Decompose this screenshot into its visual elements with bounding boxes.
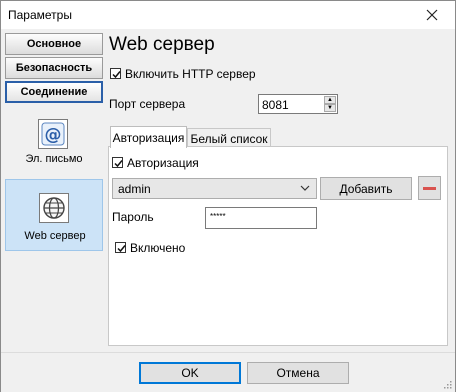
close-button[interactable] [409, 1, 455, 29]
enabled-checkbox[interactable] [115, 242, 126, 253]
arrow-down-icon: ▼ [327, 105, 333, 111]
category-basic-label: Основное [26, 38, 82, 50]
port-spinner[interactable]: 8081 ▲ ▼ [258, 94, 338, 114]
port-label: Порт сервера [109, 97, 186, 111]
category-connection-button[interactable]: Соединение [5, 81, 103, 103]
enable-http-checkbox[interactable] [110, 68, 121, 79]
svg-text:@: @ [45, 125, 62, 145]
category-connection-label: Соединение [20, 86, 88, 98]
checkmark-icon [114, 160, 123, 168]
arrow-up-icon: ▲ [327, 97, 333, 103]
tab-authorization[interactable]: Авторизация [110, 126, 187, 148]
resize-grip-icon[interactable] [442, 379, 452, 389]
cancel-button[interactable]: Отмена [247, 362, 349, 384]
ok-button[interactable]: OK [139, 362, 241, 384]
authorization-checkbox[interactable] [112, 157, 123, 168]
spin-down-button[interactable]: ▼ [324, 104, 336, 112]
tab-whitelist[interactable]: Белый список [187, 128, 271, 148]
settings-window: Параметры Основное Безопасность Соединен… [0, 0, 456, 392]
add-user-button[interactable]: Добавить [320, 177, 412, 200]
globe-icon [39, 193, 69, 223]
side-item-web-server-label: Web сервер [24, 230, 86, 242]
tab-authorization-label: Авторизация [112, 130, 185, 145]
window-title: Параметры [8, 8, 72, 22]
minus-icon [423, 186, 436, 190]
port-value: 8081 [262, 98, 289, 112]
checkmark-icon [117, 245, 126, 253]
user-select-value: admin [118, 182, 151, 196]
page-title: Web сервер [109, 34, 215, 55]
spin-up-button[interactable]: ▲ [324, 96, 336, 104]
password-value: ***** [210, 212, 226, 221]
enabled-label: Включено [130, 241, 186, 255]
category-basic-button[interactable]: Основное [5, 33, 103, 55]
side-item-email-label: Эл. письмо [25, 153, 83, 165]
close-icon [426, 9, 438, 21]
title-bar: Параметры [1, 1, 455, 29]
dialog-footer: OK Отмена [1, 352, 455, 392]
tab-whitelist-label: Белый список [190, 131, 268, 146]
category-security-label: Безопасность [15, 62, 93, 74]
email-at-icon: @ [38, 119, 68, 149]
user-select[interactable]: admin [112, 178, 317, 199]
password-label: Пароль [112, 210, 154, 224]
ok-button-label: OK [181, 366, 199, 380]
side-item-web-server[interactable]: Web сервер [5, 179, 103, 251]
add-user-button-label: Добавить [339, 181, 393, 196]
password-field[interactable]: ***** [205, 207, 317, 229]
chevron-down-icon [300, 183, 310, 196]
enable-http-label: Включить HTTP сервер [125, 67, 256, 81]
cancel-button-label: Отмена [276, 366, 320, 380]
remove-user-button[interactable] [418, 176, 441, 200]
authorization-label: Авторизация [127, 156, 199, 170]
port-spin-buttons: ▲ ▼ [324, 96, 336, 112]
checkmark-icon [112, 71, 121, 79]
category-security-button[interactable]: Безопасность [5, 57, 103, 79]
side-item-email[interactable]: @ Эл. письмо [5, 107, 103, 179]
